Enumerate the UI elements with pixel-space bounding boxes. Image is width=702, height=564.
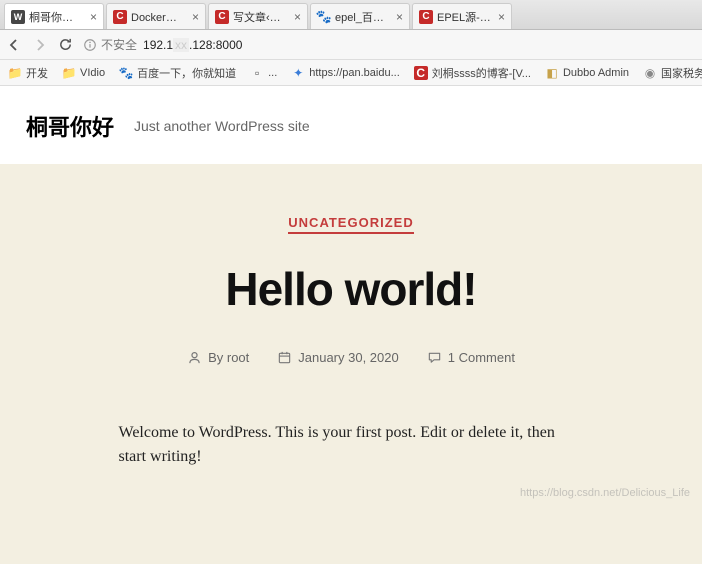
address-bar[interactable]: 不安全 192.1xx.128:8000 xyxy=(83,36,696,53)
browser-tab[interactable]: C 写文章‹CSDN × xyxy=(208,3,308,29)
close-icon[interactable]: × xyxy=(396,10,403,24)
csdn-icon: C xyxy=(215,10,229,24)
baidu-icon: 🐾 xyxy=(119,66,133,80)
close-icon[interactable]: × xyxy=(90,10,97,24)
blank-icon: ▫ xyxy=(250,66,264,80)
reload-button[interactable] xyxy=(58,37,73,52)
close-icon[interactable]: × xyxy=(192,10,199,24)
tab-label: Docker常用命 xyxy=(131,9,186,25)
tab-label: 写文章‹CSDN xyxy=(233,9,288,25)
box-icon: ◧ xyxy=(545,66,559,80)
browser-tab[interactable]: C Docker常用命 × xyxy=(106,3,206,29)
site-tagline: Just another WordPress site xyxy=(134,118,310,134)
close-icon[interactable]: × xyxy=(294,10,301,24)
tab-label: EPEL源-是什 xyxy=(437,9,492,25)
post-date[interactable]: January 30, 2020 xyxy=(277,350,398,365)
browser-tab[interactable]: W 桐哥你好 – Ju × xyxy=(4,3,104,29)
csdn-icon: C xyxy=(419,10,433,24)
site-header: 桐哥你好 Just another WordPress site xyxy=(0,86,702,164)
site-title[interactable]: 桐哥你好 xyxy=(26,110,114,142)
watermark: https://blog.csdn.net/Delicious_Life xyxy=(520,487,690,499)
globe-icon: ◉ xyxy=(643,66,657,80)
post: UNCATEGORIZED Hello world! By root Janua… xyxy=(40,214,662,469)
forward-button[interactable] xyxy=(32,37,48,53)
user-icon xyxy=(187,350,202,365)
folder-icon: 📁 xyxy=(62,66,76,80)
browser-toolbar: 不安全 192.1xx.128:8000 xyxy=(0,30,702,60)
bookmark-item[interactable]: C刘桐ssss的博客-[V... xyxy=(414,65,531,81)
bookmark-item[interactable]: ◧Dubbo Admin xyxy=(545,66,629,80)
insecure-label: 不安全 xyxy=(101,36,137,53)
tab-label: epel_百度搜索 xyxy=(335,9,390,25)
post-title[interactable]: Hello world! xyxy=(40,262,662,316)
close-icon[interactable]: × xyxy=(498,10,505,24)
folder-icon: 📁 xyxy=(8,66,22,80)
post-author[interactable]: By root xyxy=(187,350,249,365)
browser-tab[interactable]: C EPEL源-是什 × xyxy=(412,3,512,29)
bookmark-item[interactable]: 📁VIdio xyxy=(62,66,105,80)
info-icon xyxy=(83,38,97,52)
bookmark-item[interactable]: 📁开发 xyxy=(8,65,48,81)
browser-tab[interactable]: 🐾 epel_百度搜索 × xyxy=(310,3,410,29)
calendar-icon xyxy=(277,350,292,365)
tab-label: 桐哥你好 – Ju xyxy=(29,9,84,25)
main-content: UNCATEGORIZED Hello world! By root Janua… xyxy=(0,164,702,564)
bookmarks-bar: 📁开发 📁VIdio 🐾百度一下，你就知道 ▫... ✦https://pan.… xyxy=(0,60,702,86)
comment-icon xyxy=(427,350,442,365)
url-text: 192.1xx.128:8000 xyxy=(143,38,242,52)
link-icon: ✦ xyxy=(291,66,305,80)
post-content: Welcome to WordPress. This is your first… xyxy=(119,421,584,469)
post-comments-link[interactable]: 1 Comment xyxy=(427,350,515,365)
back-button[interactable] xyxy=(6,37,22,53)
csdn-icon: C xyxy=(113,10,127,24)
bookmark-item[interactable]: ◉国家税务总局河北... xyxy=(643,65,702,81)
bookmark-item[interactable]: ▫... xyxy=(250,66,277,80)
baidu-icon: 🐾 xyxy=(317,10,331,24)
csdn-icon: C xyxy=(414,66,428,80)
browser-tab-strip: W 桐哥你好 – Ju × C Docker常用命 × C 写文章‹CSDN ×… xyxy=(0,0,702,30)
insecure-badge: 不安全 xyxy=(83,36,137,53)
bookmark-item[interactable]: ✦https://pan.baidu... xyxy=(291,66,400,80)
wordpress-icon: W xyxy=(11,10,25,24)
post-category-link[interactable]: UNCATEGORIZED xyxy=(288,215,413,234)
post-meta: By root January 30, 2020 1 Comment xyxy=(40,350,662,365)
bookmark-item[interactable]: 🐾百度一下，你就知道 xyxy=(119,65,236,81)
